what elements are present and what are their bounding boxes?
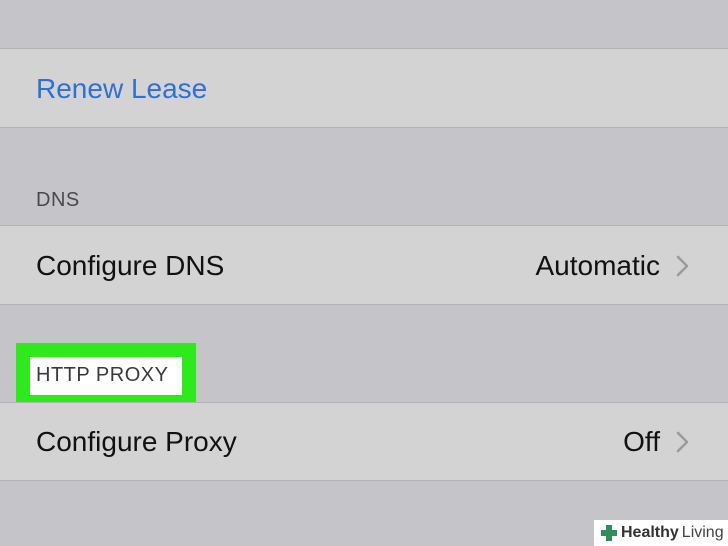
renew-lease-label[interactable]: Renew Lease <box>36 73 207 105</box>
dns-section-header: DNS <box>36 189 80 211</box>
renew-lease-row[interactable]: Renew Lease <box>0 48 728 128</box>
configure-proxy-value: Off <box>623 426 660 457</box>
configure-dns-value: Automatic <box>535 250 661 281</box>
watermark: Healthy Living <box>594 520 728 546</box>
chevron-right-icon <box>676 255 689 277</box>
http-proxy-section-header: HTTP PROXY <box>36 364 169 386</box>
watermark-bold-text: Healthy <box>621 524 679 541</box>
configure-dns-label: Configure DNS <box>36 250 225 281</box>
top-background <box>0 0 728 48</box>
chevron-right-icon <box>676 431 689 453</box>
configure-proxy-row[interactable]: Configure Proxy Off <box>0 402 728 481</box>
watermark-light-text: Living <box>681 524 724 541</box>
configure-proxy-label: Configure Proxy <box>36 426 237 457</box>
plus-cross-icon <box>601 525 617 541</box>
configure-dns-row[interactable]: Configure DNS Automatic <box>0 225 728 305</box>
